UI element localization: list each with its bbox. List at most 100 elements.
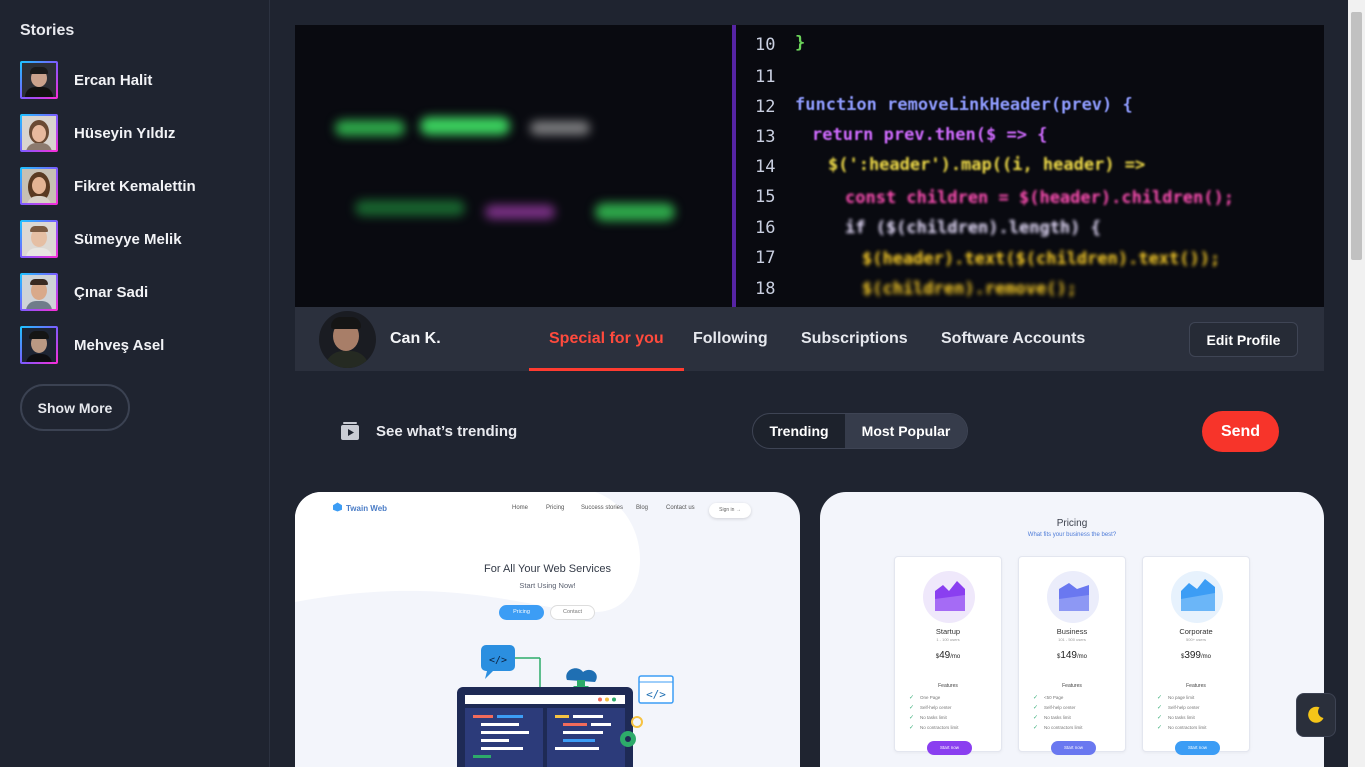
plan-feature: No page limit xyxy=(1157,694,1194,701)
profile-avatar[interactable] xyxy=(319,311,376,368)
post-card[interactable]: Pricing What fits your business the best… xyxy=(820,492,1324,767)
trending-label: See what’s trending xyxy=(376,423,518,440)
code-line: if ($(children).length) { xyxy=(845,218,1101,238)
story-name: Ercan Halit xyxy=(74,71,153,89)
plan-start-button: Start now xyxy=(1175,741,1220,755)
plan-feature: Self-help center xyxy=(1033,704,1076,711)
profile-name: Can K. xyxy=(390,330,441,347)
story-item[interactable]: Çınar Sadi xyxy=(20,273,148,311)
plan-name: Business xyxy=(1056,627,1088,636)
plan-feature: No contractors limit xyxy=(1033,724,1083,731)
moon-icon xyxy=(1308,706,1324,723)
story-avatar xyxy=(20,61,58,99)
scrollbar-thumb[interactable] xyxy=(1351,12,1362,260)
mini-nav-item: Pricing xyxy=(546,505,565,511)
mini-signin: Sign in → xyxy=(709,503,751,518)
svg-text:</>: </> xyxy=(646,688,666,701)
svg-text:</>: </> xyxy=(489,655,507,666)
plan-users: 101 - 500 users xyxy=(1058,637,1086,642)
story-avatar xyxy=(20,114,58,152)
line-number: 15 xyxy=(755,187,776,207)
toggle-trending[interactable]: Trending xyxy=(753,414,845,448)
code-line: function removeLinkHeader(prev) { xyxy=(795,95,1133,115)
plan-feature: No contractors limit xyxy=(909,724,959,731)
web-illustration: </> </> xyxy=(457,645,674,767)
features-heading: Features xyxy=(1186,683,1206,689)
edit-profile-button[interactable]: Edit Profile xyxy=(1189,322,1298,357)
plan-name: Corporate xyxy=(1179,627,1213,636)
plan-feature: No tasks limit xyxy=(1033,714,1071,721)
line-number: 12 xyxy=(755,97,776,117)
brand-logo-icon xyxy=(333,502,342,512)
story-name: Mehveş Asel xyxy=(74,336,165,354)
plan-feature: No tasks limit xyxy=(1157,714,1195,721)
mini-nav-item: Home xyxy=(512,505,529,511)
story-name: Fikret Kemalettin xyxy=(74,177,196,195)
story-name: Hüseyin Yıldız xyxy=(74,124,176,142)
mini-nav-item: Success stories xyxy=(581,505,624,511)
plan-price-value: 399 xyxy=(1184,650,1201,661)
story-item[interactable]: Ercan Halit xyxy=(20,61,152,99)
post-card[interactable]: Twain Web Home Pricing Success stories B… xyxy=(295,492,800,767)
mini-brand: Twain Web xyxy=(346,504,388,513)
story-item[interactable]: Hüseyin Yıldız xyxy=(20,114,175,152)
hero-contact-button: Contact xyxy=(550,605,595,620)
stories-title: Stories xyxy=(20,22,75,39)
pricing-plan-card: Business 101 - 500 users $149/mo Feature… xyxy=(1018,556,1126,755)
plan-start-button: Start now xyxy=(927,741,972,755)
line-number: 10 xyxy=(755,35,776,55)
plan-feature: No contractors limit xyxy=(1157,724,1207,731)
tab-subscriptions[interactable]: Subscriptions xyxy=(801,307,908,371)
pricing-title: Pricing xyxy=(1056,518,1088,529)
features-heading: Features xyxy=(1062,683,1082,689)
code-line: const children = $(header).children(); xyxy=(845,188,1234,208)
hero-title: For All Your Web Services xyxy=(484,563,611,575)
send-button[interactable]: Send xyxy=(1202,411,1279,452)
story-item[interactable]: Sümeyye Melik xyxy=(20,220,182,258)
pricing-plan-card: Startup 1 - 100 users $49/mo Features On… xyxy=(894,556,1002,755)
code-line: } xyxy=(795,33,806,53)
story-avatar xyxy=(20,220,58,258)
show-more-button[interactable]: Show More xyxy=(20,384,130,431)
dark-mode-toggle[interactable] xyxy=(1296,693,1336,737)
toggle-most-popular[interactable]: Most Popular xyxy=(845,414,967,448)
pricing-plan-card: Corporate 500+ users $399/mo Features No… xyxy=(1142,556,1250,755)
story-avatar xyxy=(20,273,58,311)
story-avatar xyxy=(20,326,58,364)
line-number: 16 xyxy=(755,218,776,238)
mini-nav-item: Blog xyxy=(636,505,649,511)
story-avatar xyxy=(20,167,58,205)
tab-following[interactable]: Following xyxy=(693,307,768,371)
story-item[interactable]: Mehveş Asel xyxy=(20,326,164,364)
plan-feature: <50 Page xyxy=(1033,694,1063,701)
hero-pricing-button: Pricing xyxy=(499,605,544,620)
plan-price-value: 49 xyxy=(939,650,951,661)
plan-price-period: /mo xyxy=(950,654,961,660)
plan-feature: No tasks limit xyxy=(909,714,947,721)
story-item[interactable]: Fikret Kemalettin xyxy=(20,167,196,205)
line-number: 14 xyxy=(755,157,776,177)
plan-price-value: 149 xyxy=(1060,650,1077,661)
plan-feature: Self-help center xyxy=(909,704,952,711)
page-scrollbar[interactable] xyxy=(1348,0,1365,767)
story-name: Sümeyye Melik xyxy=(74,230,182,248)
hero-subtitle: Start Using Now! xyxy=(519,581,576,590)
stories-sidebar: Stories Ercan Halit Hüseyin Yıldız Fikre… xyxy=(0,0,270,767)
line-number: 18 xyxy=(755,279,776,299)
code-line: $(':header').map((i, header) => xyxy=(828,155,1146,175)
plan-users: 500+ users xyxy=(1186,637,1206,642)
video-icon xyxy=(341,422,359,440)
code-line: $(children).remove(); xyxy=(862,279,1077,299)
plan-users: 1 - 100 users xyxy=(936,637,960,642)
story-name: Çınar Sadi xyxy=(74,283,149,301)
line-number: 13 xyxy=(755,127,776,147)
tab-software-accounts[interactable]: Software Accounts xyxy=(941,307,1085,371)
plan-price-period: /mo xyxy=(1201,654,1212,660)
tab-special-for-you[interactable]: Special for you xyxy=(529,307,684,371)
code-gutter xyxy=(732,25,736,307)
trending-toggle: Trending Most Popular xyxy=(752,413,968,449)
code-line: return prev.then($ => { xyxy=(812,125,1048,145)
plan-start-button: Start now xyxy=(1051,741,1096,755)
plan-price-period: /mo xyxy=(1077,654,1088,660)
plan-name: Startup xyxy=(935,627,961,636)
